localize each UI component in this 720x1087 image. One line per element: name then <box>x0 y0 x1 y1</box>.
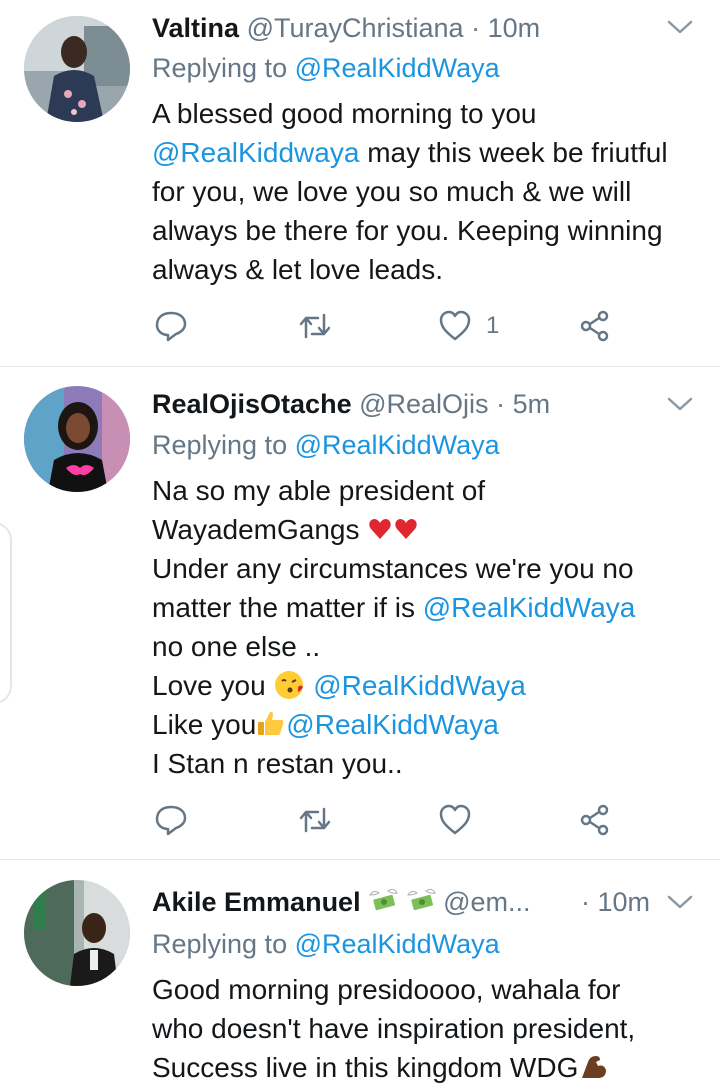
text-span: Like you <box>152 709 257 740</box>
chevron-down-icon[interactable] <box>666 394 694 414</box>
tweet-actions: 1 <box>152 306 632 346</box>
reply-icon <box>155 805 187 836</box>
share-icon <box>580 804 609 836</box>
replying-to: Replying to @RealKiddWaya <box>152 425 500 465</box>
chevron-down-icon[interactable] <box>666 892 694 912</box>
reply-icon <box>155 311 187 342</box>
like-icon <box>439 804 471 835</box>
text-line: @RealKiddwaya may this week be friutful <box>152 133 712 172</box>
separator-dot: · <box>496 389 506 419</box>
reply-button[interactable] <box>154 306 188 346</box>
text-span: may this week be friutful <box>359 137 668 168</box>
retweet-button[interactable] <box>298 800 332 840</box>
text-line: Under any circumstances we're you no <box>152 553 634 584</box>
text-span: Love you <box>152 670 274 701</box>
tweet-header: RealOjisOtache @RealOjis · 5m <box>152 384 650 424</box>
like-count: 1 <box>486 312 500 339</box>
mention-link[interactable]: @RealKiddWaya <box>295 430 500 460</box>
text-line: I Stan n restan you.. <box>152 748 403 779</box>
text-span: matter the matter if is <box>152 592 423 623</box>
retweet-button[interactable] <box>298 306 332 346</box>
edge-panel-handle[interactable] <box>0 522 12 704</box>
tweet-header: Akile Emmanuel @em... <box>152 882 650 922</box>
mention-link[interactable]: @RealKiddWaya <box>286 709 499 740</box>
display-name[interactable]: Valtina <box>152 13 239 43</box>
avatar[interactable] <box>24 16 130 122</box>
replying-to-label: Replying to <box>152 929 288 959</box>
tweet[interactable]: RealOjisOtache @RealOjis · 5m Replying t… <box>0 367 720 859</box>
thumbs-up-emoji-icon <box>258 711 284 735</box>
text-line: A blessed good morning to you <box>152 98 537 129</box>
avatar[interactable] <box>24 386 130 492</box>
tweet[interactable]: Valtina @TurayChristiana · 10m Replying … <box>0 0 720 366</box>
text-line: matter the matter if is @RealKiddWaya <box>152 588 712 627</box>
text-line: WayademGangs <box>152 510 712 549</box>
like-icon <box>439 310 471 341</box>
text-line: Success live in this kingdom WDG <box>152 1048 712 1087</box>
text-line: always & let love leads. <box>152 254 444 285</box>
separator-dot: · <box>471 13 481 43</box>
text-line: no one else .. <box>152 631 321 662</box>
text-line: Good morning presidoooo, wahala for <box>152 974 621 1005</box>
avatar[interactable] <box>24 880 130 986</box>
money-with-wings-emoji-icon <box>406 888 436 911</box>
tweet-text: Good morning presidoooo, wahala for who … <box>152 970 712 1087</box>
share-icon <box>580 310 609 342</box>
share-button[interactable] <box>578 800 612 840</box>
mention-link[interactable]: @RealKiddWaya <box>313 670 526 701</box>
replying-to: Replying to @RealKiddWaya <box>152 924 500 964</box>
text-line: always be there for you. Keeping winning <box>152 215 663 246</box>
heart-emoji-icon <box>395 519 417 539</box>
mention-link[interactable]: @RealKiddWaya <box>295 53 500 83</box>
heart-emoji-icon <box>369 519 391 539</box>
timestamp[interactable]: 10m <box>597 887 650 917</box>
tweet-actions <box>152 800 632 840</box>
mention-link[interactable]: @RealKiddWaya <box>295 929 500 959</box>
kissing-face-emoji-icon <box>275 671 304 699</box>
tweet-time-group: · 10m <box>581 882 650 922</box>
tweet-text: A blessed good morning to you @RealKiddw… <box>152 94 712 289</box>
mention-link[interactable]: @RealKiddWaya <box>423 592 636 623</box>
mention-link[interactable]: @RealKiddwaya <box>152 137 359 168</box>
replying-to-label: Replying to <box>152 53 288 83</box>
text-line: Na so my able president of <box>152 475 486 506</box>
text-line: Love you @RealKiddWaya <box>152 666 712 705</box>
user-handle[interactable]: @TurayChristiana <box>247 13 464 43</box>
user-handle[interactable]: @em... <box>443 887 530 917</box>
timestamp[interactable]: 5m <box>513 389 551 419</box>
text-line: who doesn't have inspiration president, <box>152 1013 636 1044</box>
reply-button[interactable] <box>154 800 188 840</box>
tweet-header: Valtina @TurayChristiana · 10m <box>152 8 650 48</box>
text-line: for you, we love you so much & we will <box>152 176 632 207</box>
tweet-text: Na so my able president of WayademGangs … <box>152 471 712 783</box>
display-name[interactable]: RealOjisOtache <box>152 389 352 419</box>
text-span: WayademGangs <box>152 514 368 545</box>
money-with-wings-emoji-icon <box>369 888 398 911</box>
separator-dot: · <box>580 887 590 917</box>
text-line: Like you @RealKiddWaya <box>152 705 712 744</box>
flexed-biceps-emoji-icon <box>582 1056 607 1078</box>
chevron-down-icon[interactable] <box>666 17 694 37</box>
user-handle[interactable]: @RealOjis <box>359 389 488 419</box>
share-button[interactable] <box>578 306 612 346</box>
display-name[interactable]: Akile Emmanuel <box>152 887 361 917</box>
tweet[interactable]: Akile Emmanuel @em... · 10m Replying to … <box>0 860 720 1083</box>
like-button[interactable] <box>438 800 472 840</box>
retweet-icon <box>299 807 331 833</box>
replying-to-label: Replying to <box>152 430 288 460</box>
replying-to: Replying to @RealKiddWaya <box>152 48 500 88</box>
like-button[interactable]: 1 <box>438 306 499 346</box>
retweet-icon <box>299 313 331 339</box>
text-span: Success live in this kingdom WDG <box>152 1052 579 1083</box>
timestamp[interactable]: 10m <box>488 13 541 43</box>
